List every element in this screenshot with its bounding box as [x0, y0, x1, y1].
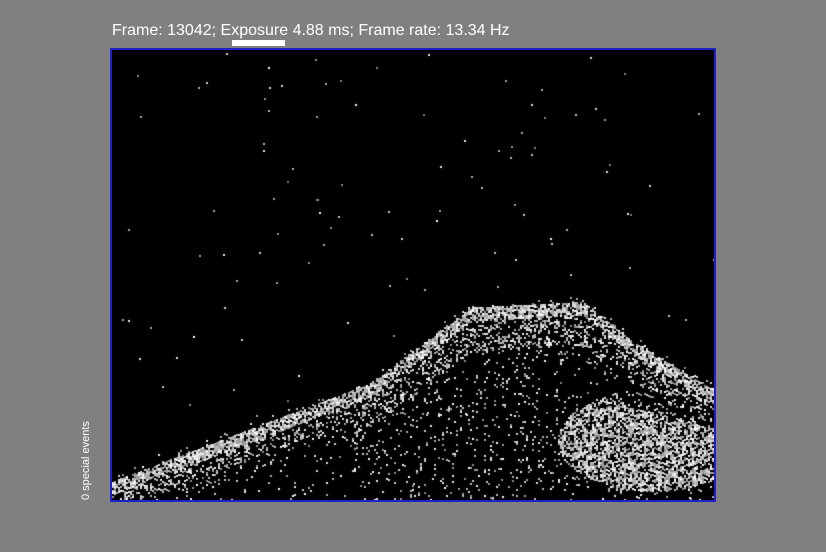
frame-rate-value: 13.34 Hz — [445, 22, 510, 39]
frame-number: 13042 — [167, 22, 212, 39]
exposure-label: Exposure — [220, 22, 289, 39]
frame-rate-label: Frame rate: — [358, 22, 442, 39]
event-frame-view[interactable] — [110, 48, 716, 502]
event-camera-viewer: Frame: 13042; Exposure 4.88 ms; Frame ra… — [0, 0, 826, 552]
frame-label: Frame: — [112, 22, 163, 39]
frame-status-line: Frame: 13042; Exposure 4.88 ms; Frame ra… — [112, 22, 510, 39]
special-events-counter: 0 special events — [80, 421, 92, 500]
exposure-indicator-bar — [232, 40, 285, 46]
exposure-value: 4.88 ms — [292, 22, 350, 39]
event-frame-image — [112, 50, 714, 500]
